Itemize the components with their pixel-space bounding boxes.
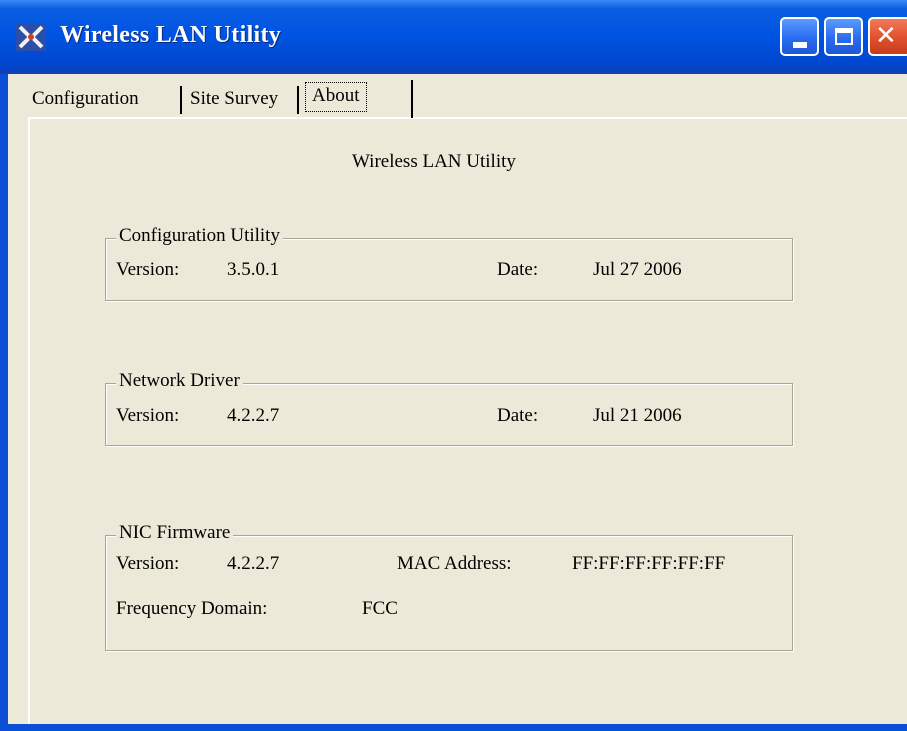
- wireless-utility-icon[interactable]: [16, 23, 46, 51]
- tab-divider: [297, 86, 299, 114]
- version-label: Version:: [116, 405, 180, 426]
- date-label: Date:: [497, 259, 539, 280]
- config-utility-group: Configuration Utility: [105, 225, 793, 301]
- network-driver-group: Network Driver: [105, 370, 793, 446]
- tab-site-survey[interactable]: Site Survey: [190, 88, 278, 110]
- version-label: Version:: [116, 553, 180, 574]
- config-utility-version: 3.5.0.1: [227, 259, 280, 280]
- frequency-domain-value: FCC: [362, 598, 398, 619]
- mac-address-value: FF:FF:FF:FF:FF:FF: [572, 553, 726, 574]
- window-title: Wireless LAN Utility: [60, 22, 282, 48]
- group-title: Configuration Utility: [116, 225, 283, 247]
- maximize-icon: [835, 28, 853, 45]
- tab-divider: [180, 86, 182, 114]
- frequency-domain-label: Frequency Domain:: [116, 598, 268, 619]
- date-label: Date:: [497, 405, 539, 426]
- tab-about[interactable]: About: [305, 82, 367, 112]
- maximize-button[interactable]: [824, 17, 863, 56]
- close-icon: ✕: [875, 21, 897, 51]
- minimize-icon: [793, 42, 807, 48]
- close-button[interactable]: ✕: [868, 17, 907, 56]
- tab-divider: [411, 80, 413, 118]
- network-driver-date: Jul 21 2006: [593, 405, 682, 426]
- window-bottom-border: [0, 724, 907, 731]
- nic-firmware-version: 4.2.2.7: [227, 553, 280, 574]
- minimize-button[interactable]: [780, 17, 819, 56]
- tab-configuration[interactable]: Configuration: [32, 88, 139, 110]
- about-heading: Wireless LAN Utility: [352, 151, 516, 172]
- group-title: Network Driver: [116, 370, 243, 392]
- version-label: Version:: [116, 259, 180, 280]
- config-utility-date: Jul 27 2006: [593, 259, 682, 280]
- title-bar[interactable]: Wireless LAN Utility ✕: [0, 0, 907, 74]
- network-driver-version: 4.2.2.7: [227, 405, 280, 426]
- mac-address-label: MAC Address:: [397, 553, 512, 574]
- group-title: NIC Firmware: [116, 522, 234, 544]
- app-window: Wireless LAN Utility ✕ Configuration Sit…: [0, 0, 907, 731]
